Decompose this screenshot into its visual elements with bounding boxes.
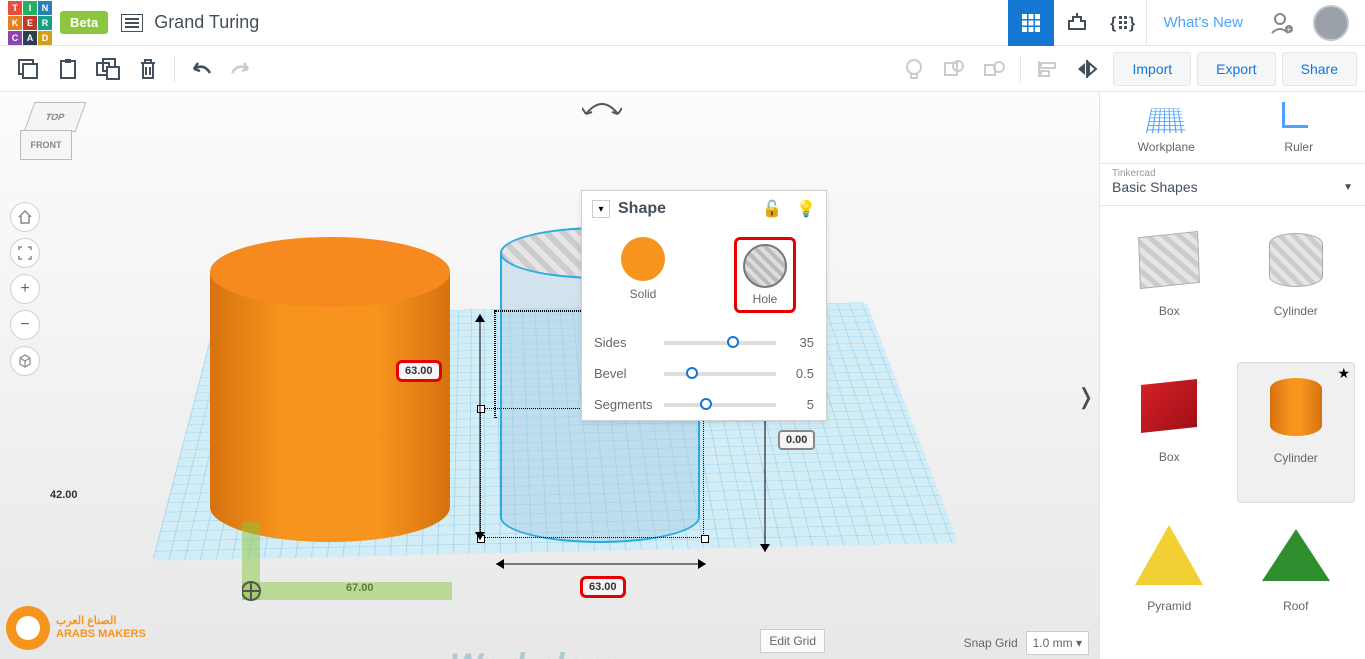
depth-dim-line: [470, 314, 490, 540]
z-dim-label[interactable]: 0.00: [778, 430, 815, 450]
inspector-title: Shape: [618, 200, 748, 218]
workplane-watermark: Workplane: [450, 647, 623, 659]
redo-button: [223, 51, 259, 87]
corner-handle[interactable]: [701, 535, 709, 543]
segments-slider-row: Segments 5: [582, 389, 826, 420]
view-cube-front[interactable]: FRONT: [20, 130, 72, 160]
group-button: [936, 51, 972, 87]
shape-roof[interactable]: Roof: [1237, 511, 1356, 649]
paste-button[interactable]: [50, 51, 86, 87]
user-avatar[interactable]: [1313, 5, 1349, 41]
width-dim-label[interactable]: 63.00: [580, 576, 626, 598]
sides-slider-row: Sides 35: [582, 327, 826, 358]
shape-box-hole[interactable]: Box: [1110, 216, 1229, 354]
fill-solid-option[interactable]: Solid: [582, 237, 704, 313]
shape-label: Box: [1159, 304, 1180, 318]
ruler-tool-label: Ruler: [1284, 140, 1313, 154]
design-list-icon[interactable]: [120, 11, 144, 35]
lock-icon[interactable]: 🔓: [762, 199, 782, 219]
export-button[interactable]: Export: [1197, 52, 1275, 86]
library-brand: Tinkercad: [1112, 168, 1353, 179]
bevel-slider-row: Bevel 0.5: [582, 358, 826, 389]
ruler-icon: [1282, 102, 1316, 136]
panel-expand-icon[interactable]: ❭: [1073, 380, 1099, 414]
rotate-arc-icon[interactable]: [582, 98, 622, 118]
project-title[interactable]: Grand Turing: [154, 12, 259, 33]
blocks-mode-button[interactable]: [1054, 0, 1100, 46]
fit-view-button[interactable]: [10, 238, 40, 268]
delete-button[interactable]: [130, 51, 166, 87]
view-cube-top[interactable]: TOP: [24, 102, 87, 132]
arabs-makers-watermark: الصناع العربARABS MAKERS: [6, 603, 166, 653]
snap-grid-select[interactable]: 1.0 mm ▾: [1026, 631, 1089, 655]
bevel-value[interactable]: 0.5: [784, 366, 814, 381]
bevel-label: Bevel: [594, 366, 656, 381]
svg-text:}: }: [1129, 15, 1135, 32]
depth-dim-label[interactable]: 63.00: [396, 360, 442, 382]
sides-label: Sides: [594, 335, 656, 350]
shape-box-solid[interactable]: Box: [1110, 362, 1229, 502]
copy-button[interactable]: [10, 51, 46, 87]
align-button: [1029, 51, 1065, 87]
sides-value[interactable]: 35: [784, 335, 814, 350]
ruler-axes-icon[interactable]: [242, 522, 462, 612]
shape-inspector-panel: ▾ Shape 🔓 💡 Solid Hole Sides: [581, 190, 827, 421]
duplicate-button[interactable]: [90, 51, 126, 87]
svg-text:{: {: [1110, 15, 1116, 32]
workplane-tool-button[interactable]: Workplane: [1100, 92, 1233, 163]
shape-label: Cylinder: [1274, 304, 1318, 318]
solid-label: Solid: [630, 287, 657, 301]
x-pos-label: 42.00: [44, 487, 84, 503]
ruler-tool-button[interactable]: Ruler: [1233, 92, 1365, 163]
shape-label: Cylinder: [1274, 451, 1318, 465]
inspector-collapse-button[interactable]: ▾: [592, 200, 610, 218]
width-dim-line: [496, 554, 706, 574]
sel-edge: [494, 310, 496, 418]
code-mode-button[interactable]: {}: [1100, 0, 1146, 46]
share-button[interactable]: Share: [1282, 52, 1357, 86]
shape-library-select[interactable]: Basic Shapes ▼: [1112, 179, 1353, 195]
beta-badge: Beta: [60, 11, 108, 34]
view-cube[interactable]: TOP FRONT: [20, 102, 90, 172]
import-button[interactable]: Import: [1113, 52, 1191, 86]
whats-new-link[interactable]: What's New: [1146, 0, 1259, 46]
shape-cylinder-solid[interactable]: ★ Cylinder: [1237, 362, 1356, 502]
shape-label: Roof: [1283, 599, 1308, 613]
bevel-slider[interactable]: [664, 372, 776, 376]
shape-label: Pyramid: [1147, 599, 1191, 613]
bulb-icon[interactable]: 💡: [796, 199, 816, 219]
tinkercad-logo[interactable]: TINKERCAD: [8, 1, 52, 45]
mirror-button[interactable]: [1069, 51, 1105, 87]
workplane-icon: [1146, 108, 1186, 133]
canvas-3d-viewport[interactable]: TOP FRONT + − Workplane: [0, 92, 1099, 659]
shape-pyramid[interactable]: Pyramid: [1110, 511, 1229, 649]
hole-label: Hole: [743, 292, 787, 306]
svg-text:+: +: [1287, 25, 1292, 34]
segments-label: Segments: [594, 397, 656, 412]
library-name: Basic Shapes: [1112, 179, 1198, 195]
home-view-button[interactable]: [10, 202, 40, 232]
chevron-down-icon: ▼: [1343, 182, 1353, 193]
hole-swatch-icon: [743, 244, 787, 288]
edit-grid-button[interactable]: Edit Grid: [760, 629, 825, 653]
zoom-in-button[interactable]: +: [10, 274, 40, 304]
shape-cylinder-hole[interactable]: Cylinder: [1237, 216, 1356, 354]
segments-slider[interactable]: [664, 403, 776, 407]
workplane-tool-label: Workplane: [1138, 140, 1195, 154]
ungroup-button: [976, 51, 1012, 87]
segments-value[interactable]: 5: [784, 397, 814, 412]
selection-bbox: [480, 408, 704, 538]
undo-button[interactable]: [183, 51, 219, 87]
snap-grid-label: Snap Grid: [964, 636, 1018, 650]
zoom-out-button[interactable]: −: [10, 310, 40, 340]
invite-user-button[interactable]: +: [1259, 0, 1305, 46]
shape-label: Box: [1159, 450, 1180, 464]
favorite-star-icon[interactable]: ★: [1337, 365, 1350, 382]
bulb-button: [896, 51, 932, 87]
fill-hole-option[interactable]: Hole: [704, 237, 826, 313]
solid-swatch-icon: [621, 237, 665, 281]
sides-slider[interactable]: [664, 341, 776, 345]
gallery-view-button[interactable]: [1008, 0, 1054, 46]
ortho-toggle-button[interactable]: [10, 346, 40, 376]
